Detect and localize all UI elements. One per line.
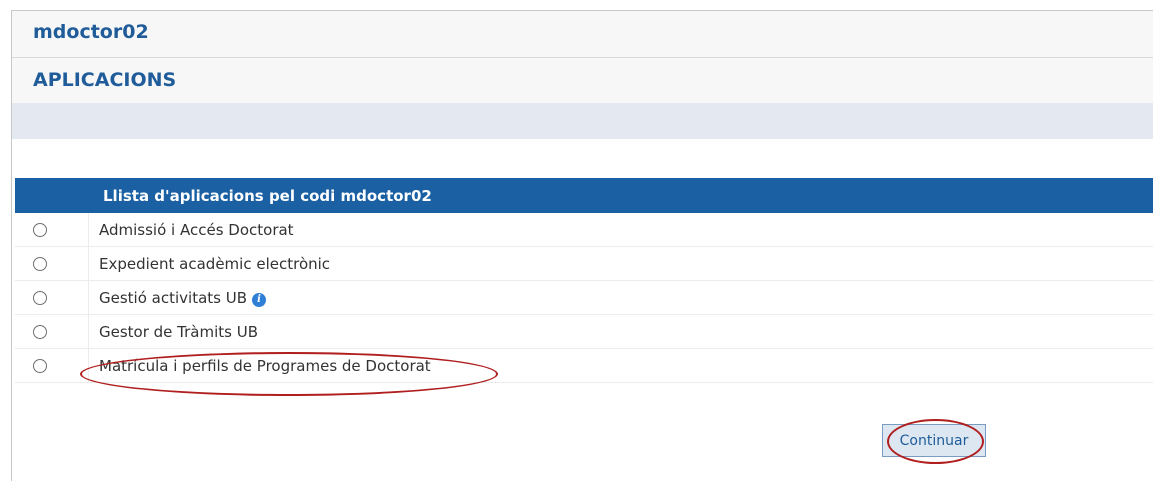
table-row[interactable]: Gestió activitats UB i [15,281,1153,315]
app-label: Gestió activitats UB [99,289,248,307]
column-divider [88,281,89,314]
page-title: APLICACIONS [33,69,177,91]
app-frame: mdoctor02 APLICACIONS Llista d'aplicacio… [11,10,1153,481]
app-radio-matricula[interactable] [33,359,47,373]
continue-button[interactable]: Continuar [882,424,986,457]
table-row[interactable]: Admissió i Accés Doctorat [15,213,1153,247]
applications-table: Llista d'aplicacions pel codi mdoctor02 … [15,178,1153,383]
column-divider [88,349,89,382]
column-divider [88,315,89,348]
app-radio-expedient[interactable] [33,257,47,271]
section-header: APLICACIONS [12,58,1153,103]
table-row[interactable]: Matrícula i perfils de Programes de Doct… [15,349,1153,383]
username-label: mdoctor02 [33,21,149,43]
app-radio-gestor-tramits[interactable] [33,325,47,339]
table-row[interactable]: Gestor de Tràmits UB [15,315,1153,349]
app-radio-gestio-activitats[interactable] [33,291,47,305]
column-divider [88,213,89,246]
table-row[interactable]: Expedient acadèmic electrònic [15,247,1153,281]
info-icon[interactable]: i [252,293,267,307]
app-label: Matrícula i perfils de Programes de Doct… [99,357,431,375]
user-bar: mdoctor02 [12,11,1153,58]
app-label: Admissió i Accés Doctorat [99,221,294,239]
app-label: Expedient acadèmic electrònic [99,255,331,273]
table-heading: Llista d'aplicacions pel codi mdoctor02 [103,187,432,205]
column-divider [88,247,89,280]
app-label-with-info: Gestió activitats UB i [99,289,267,307]
app-label: Gestor de Tràmits UB [99,323,259,341]
table-header: Llista d'aplicacions pel codi mdoctor02 [15,178,1153,213]
app-radio-admissio[interactable] [33,223,47,237]
sub-header-bar [12,103,1153,139]
